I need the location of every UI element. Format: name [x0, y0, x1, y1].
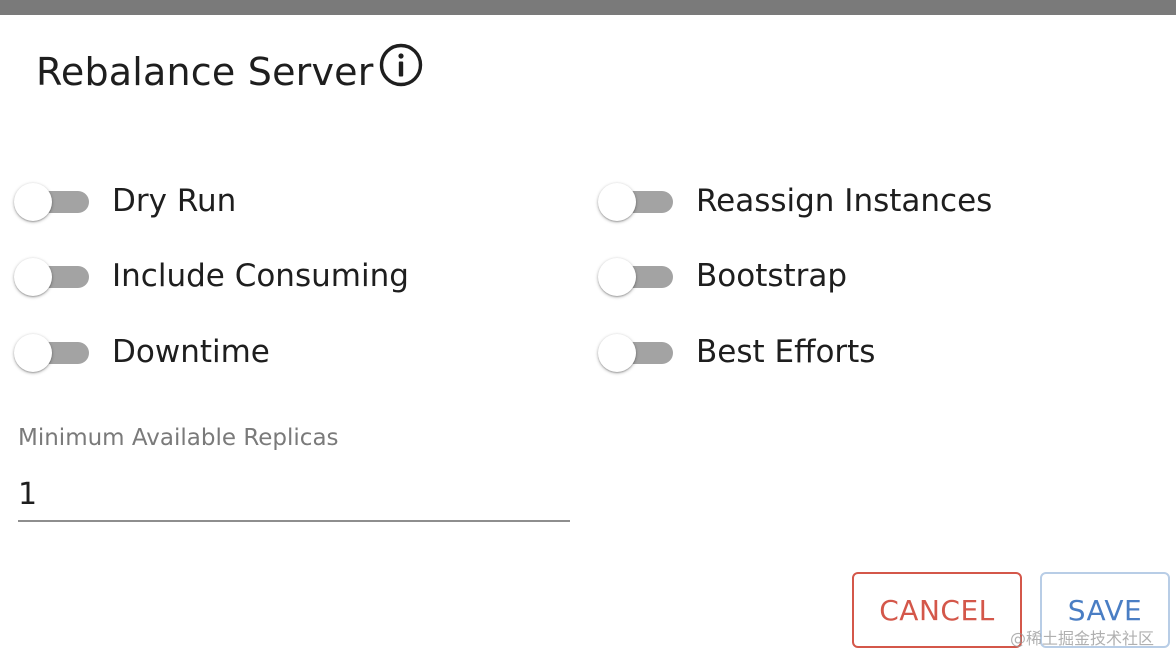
dry-run-label: Dry Run [112, 183, 237, 219]
downtime-switch[interactable] [14, 332, 90, 372]
toggle-reassign-instances[interactable]: Reassign Instances [598, 176, 992, 226]
switch-thumb [14, 258, 52, 296]
min-replicas-label: Minimum Available Replicas [18, 425, 339, 451]
dry-run-switch[interactable] [14, 181, 90, 221]
switch-thumb [14, 183, 52, 221]
reassign-instances-label: Reassign Instances [696, 183, 993, 219]
toggle-bootstrap[interactable]: Bootstrap [598, 251, 847, 301]
switch-thumb [598, 183, 636, 221]
downtime-label: Downtime [112, 334, 270, 370]
toggle-downtime[interactable]: Downtime [14, 327, 270, 377]
cancel-button[interactable]: CANCEL [852, 572, 1022, 648]
watermark: @稀土掘金技术社区 [1010, 629, 1155, 648]
toggle-best-efforts[interactable]: Best Efforts [598, 327, 875, 377]
best-efforts-label: Best Efforts [696, 334, 876, 370]
switch-thumb [598, 258, 636, 296]
window-top-bar [0, 0, 1176, 15]
best-efforts-switch[interactable] [598, 332, 674, 372]
dialog-title: Rebalance Server [36, 50, 374, 94]
include-consuming-label: Include Consuming [112, 258, 409, 294]
info-icon[interactable] [378, 42, 424, 88]
bootstrap-switch[interactable] [598, 256, 674, 296]
toggle-include-consuming[interactable]: Include Consuming [14, 251, 409, 301]
switch-thumb [598, 334, 636, 372]
include-consuming-switch[interactable] [14, 256, 90, 296]
min-replicas-input[interactable] [18, 468, 570, 522]
reassign-instances-switch[interactable] [598, 181, 674, 221]
bootstrap-label: Bootstrap [696, 258, 848, 294]
switch-thumb [14, 334, 52, 372]
toggle-dry-run[interactable]: Dry Run [14, 176, 236, 226]
